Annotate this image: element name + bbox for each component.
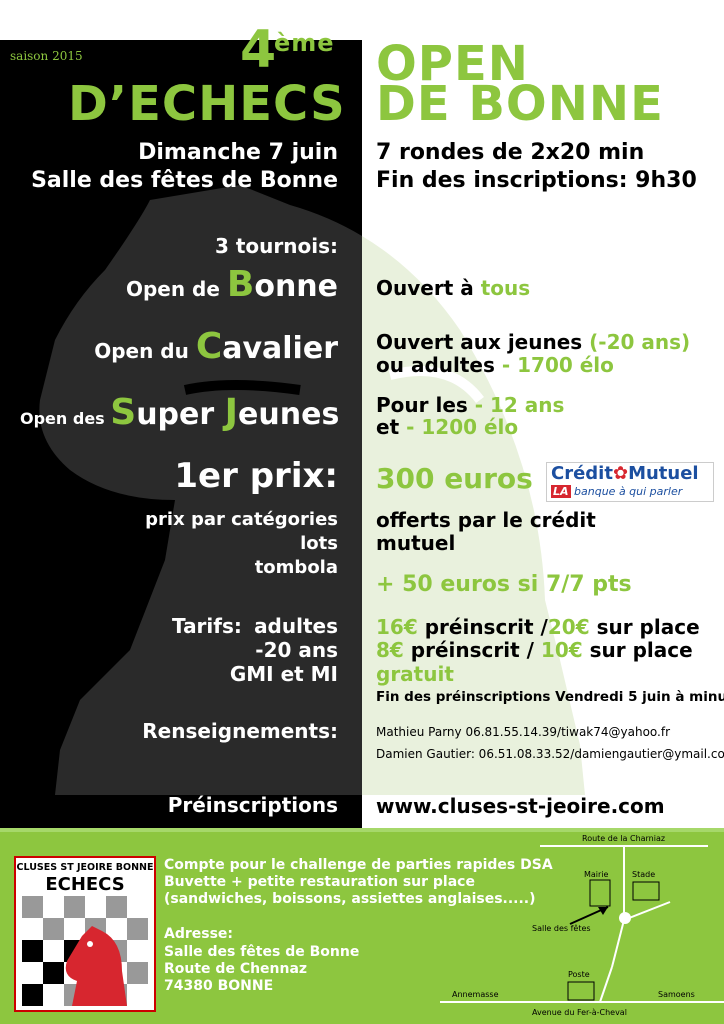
prize-categories: prix par catégories xyxy=(145,509,338,530)
contact-1: Mathieu Parny 06.81.55.14.39/tiwak74@yah… xyxy=(376,725,671,739)
club-echecs: ECHECS xyxy=(45,874,125,895)
event-place: Salle des fêtes de Bonne xyxy=(31,168,338,193)
chess-knight-logo-icon xyxy=(22,896,148,1006)
club-logo: CLUSES ST JEOIRE BONNE ECHECS xyxy=(14,856,156,1012)
address-line-1: Salle des fêtes de Bonne xyxy=(164,944,360,960)
prize-offered-2: mutuel xyxy=(376,531,456,555)
map-mairie: Mairie xyxy=(584,870,609,879)
prize-bonus: + 50 euros si 7/7 pts xyxy=(376,572,632,597)
contact-2: Damien Gautier: 06.51.08.33.52/damiengau… xyxy=(376,747,724,761)
map-stade: Stade xyxy=(632,870,656,879)
tournois-heading: 3 tournois: xyxy=(214,234,338,258)
club-name: CLUSES ST JEOIRE BONNE xyxy=(16,862,154,873)
tarif-adultes: adultes xyxy=(254,614,338,638)
address-label: Adresse: xyxy=(164,926,234,942)
preinscriptions-label: Préinscriptions xyxy=(167,793,338,817)
tarifs-label: Tarifs: xyxy=(172,614,242,638)
map-samoens: Samoens xyxy=(658,990,695,999)
map-route-charniaz: Route de la Charniaz xyxy=(582,834,666,843)
website-link[interactable]: www.cluses-st-jeoire.com xyxy=(376,793,665,819)
tarif-row-3: gratuit xyxy=(376,662,454,686)
tournament-open-bonne-desc: Ouvert à tous xyxy=(376,276,531,300)
map-avenue: Avenue du Fer-à-Cheval xyxy=(532,1008,627,1017)
address-line-3: 74380 BONNE xyxy=(164,978,274,994)
tarif-jeunes: -20 ans xyxy=(255,638,338,662)
tournament-open-bonne: Open de Bonne xyxy=(126,264,338,310)
map-poste: Poste xyxy=(568,970,590,979)
tournament-super-jeunes-desc-2: et - 1200 élo xyxy=(376,415,519,439)
tournament-rest: onne xyxy=(254,269,338,304)
tournament-open-cavalier: Open du Cavalier xyxy=(94,326,338,367)
credit-mutuel-logo: Crédit✿Mutuel LA banque à qui parler xyxy=(546,462,714,502)
event-date: Dimanche 7 juin xyxy=(138,140,338,165)
credit-mutuel-icon: ✿ xyxy=(612,463,629,484)
footer-line-2: Buvette + petite restauration sur place xyxy=(164,874,475,890)
renseignements-label: Renseignements: xyxy=(142,719,338,743)
location-map: Route de la Charniaz Mairie Stade Salle … xyxy=(440,832,724,1024)
map-annemasse: Annemasse xyxy=(452,990,499,999)
season-label: saison 2015 xyxy=(10,49,83,63)
tarif-row-2: 8€ préinscrit / 10€ sur place xyxy=(376,638,693,662)
map-salle-fetes: Salle des fêtes xyxy=(532,924,591,933)
prize-offered: offerts par le crédit xyxy=(376,508,596,532)
address-line-2: Route de Chennaz xyxy=(164,961,308,977)
prize-amount: 300 euros xyxy=(376,462,533,495)
credit-mutuel-tagline: LA banque à qui parler xyxy=(551,485,683,498)
prize-lots: lots xyxy=(300,533,338,554)
prize-tombola: tombola xyxy=(254,557,338,578)
tarif-gmi: GMI et MI xyxy=(229,662,338,686)
prize-heading: 1er prix: xyxy=(174,456,338,496)
tournament-prefix: Open de xyxy=(125,277,227,301)
title-de-bonne: DE BONNE xyxy=(376,76,664,132)
preinscription-deadline: Fin des préinscriptions Vendredi 5 juin … xyxy=(376,689,724,705)
title-echecs: D’ECHECS xyxy=(68,76,346,132)
tournament-open-cavalier-desc-2: ou adultes - 1700 élo xyxy=(376,353,614,377)
tournament-super-jeunes-desc-1: Pour les - 12 ans xyxy=(376,393,565,417)
tournament-open-cavalier-desc-1: Ouvert aux jeunes (-20 ans) xyxy=(376,330,691,354)
ordinal-number: 4 xyxy=(240,20,278,80)
tournament-open-super-jeunes: Open des Super Jeunes xyxy=(20,392,340,433)
tournament-initial: B xyxy=(226,264,255,305)
event-deadline: Fin des inscriptions: 9h30 xyxy=(376,168,697,193)
event-rounds: 7 rondes de 2x20 min xyxy=(376,140,645,165)
tarif-row-1: 16€ préinscrit /20€ sur place xyxy=(376,615,700,639)
ordinal-suffix: ème xyxy=(274,29,335,57)
credit-mutuel-name: Crédit✿Mutuel xyxy=(551,463,699,484)
